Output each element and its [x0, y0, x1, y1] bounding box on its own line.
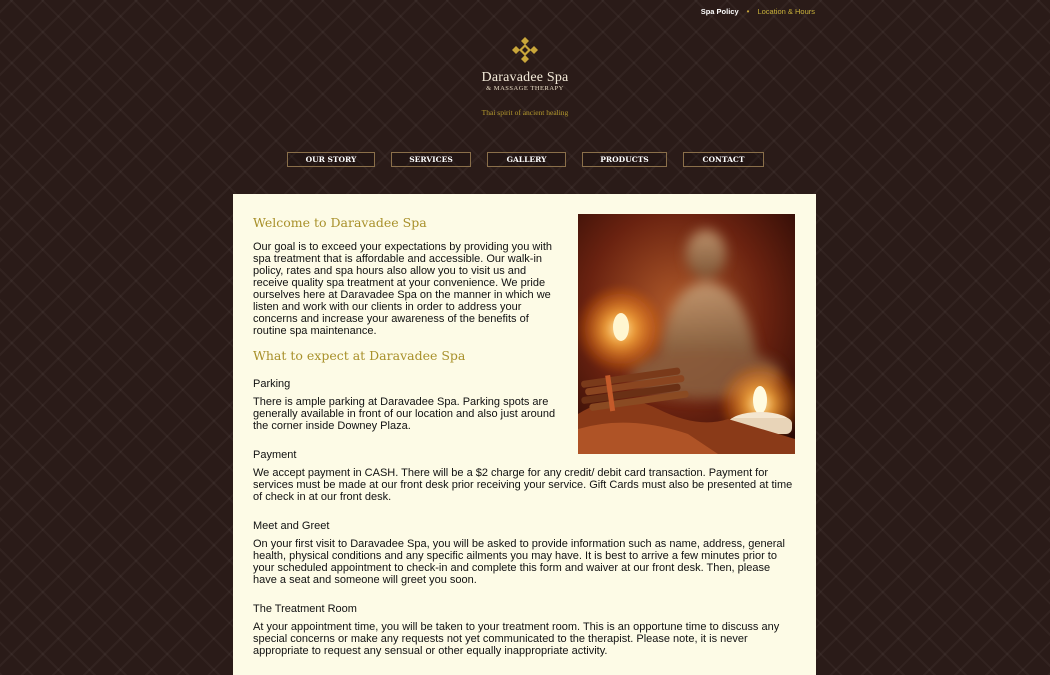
- nav-gallery[interactable]: GALLERY: [487, 152, 566, 167]
- section-title-treatment-room: The Treatment Room: [253, 603, 357, 615]
- main-content: Welcome to Daravadee Spa Our goal is to …: [233, 194, 816, 675]
- brand-tagline: Thai spirit of ancient healing: [481, 108, 569, 117]
- spa-policy-link[interactable]: Spa Policy: [701, 7, 739, 16]
- spa-photo-illustration: [578, 214, 795, 454]
- site-logo[interactable]: Daravadee Spa & MASSAGE THERAPY Thai spi…: [0, 36, 1050, 117]
- section-text-treatment-room: At your appointment time, you will be ta…: [253, 621, 780, 657]
- section-text-payment: We accept payment in CASH. There will be…: [253, 467, 793, 503]
- section-text-meet-greet: On your first visit to Daravadee Spa, yo…: [253, 538, 785, 586]
- spa-photo: [578, 214, 795, 454]
- top-links: Spa Policy • Location & Hours: [701, 7, 815, 16]
- intro-text: Our goal is to exceed your expectations …: [253, 241, 552, 337]
- nav-products[interactable]: PRODUCTS: [582, 152, 667, 167]
- brand-name: Daravadee Spa: [481, 70, 569, 85]
- main-nav: OUR STORY SERVICES GALLERY PRODUCTS CONT…: [287, 152, 764, 167]
- nav-our-story[interactable]: OUR STORY: [287, 152, 375, 167]
- section-text-parking: There is ample parking at Daravadee Spa.…: [253, 396, 556, 432]
- nav-services[interactable]: SERVICES: [391, 152, 471, 167]
- separator-dot: •: [746, 7, 750, 16]
- brand-subtitle: & MASSAGE THERAPY: [486, 85, 564, 92]
- diamond-ornament-icon: [512, 37, 538, 63]
- location-hours-link[interactable]: Location & Hours: [757, 7, 815, 16]
- section-title-meet-greet: Meet and Greet: [253, 520, 330, 532]
- nav-contact[interactable]: CONTACT: [683, 152, 764, 167]
